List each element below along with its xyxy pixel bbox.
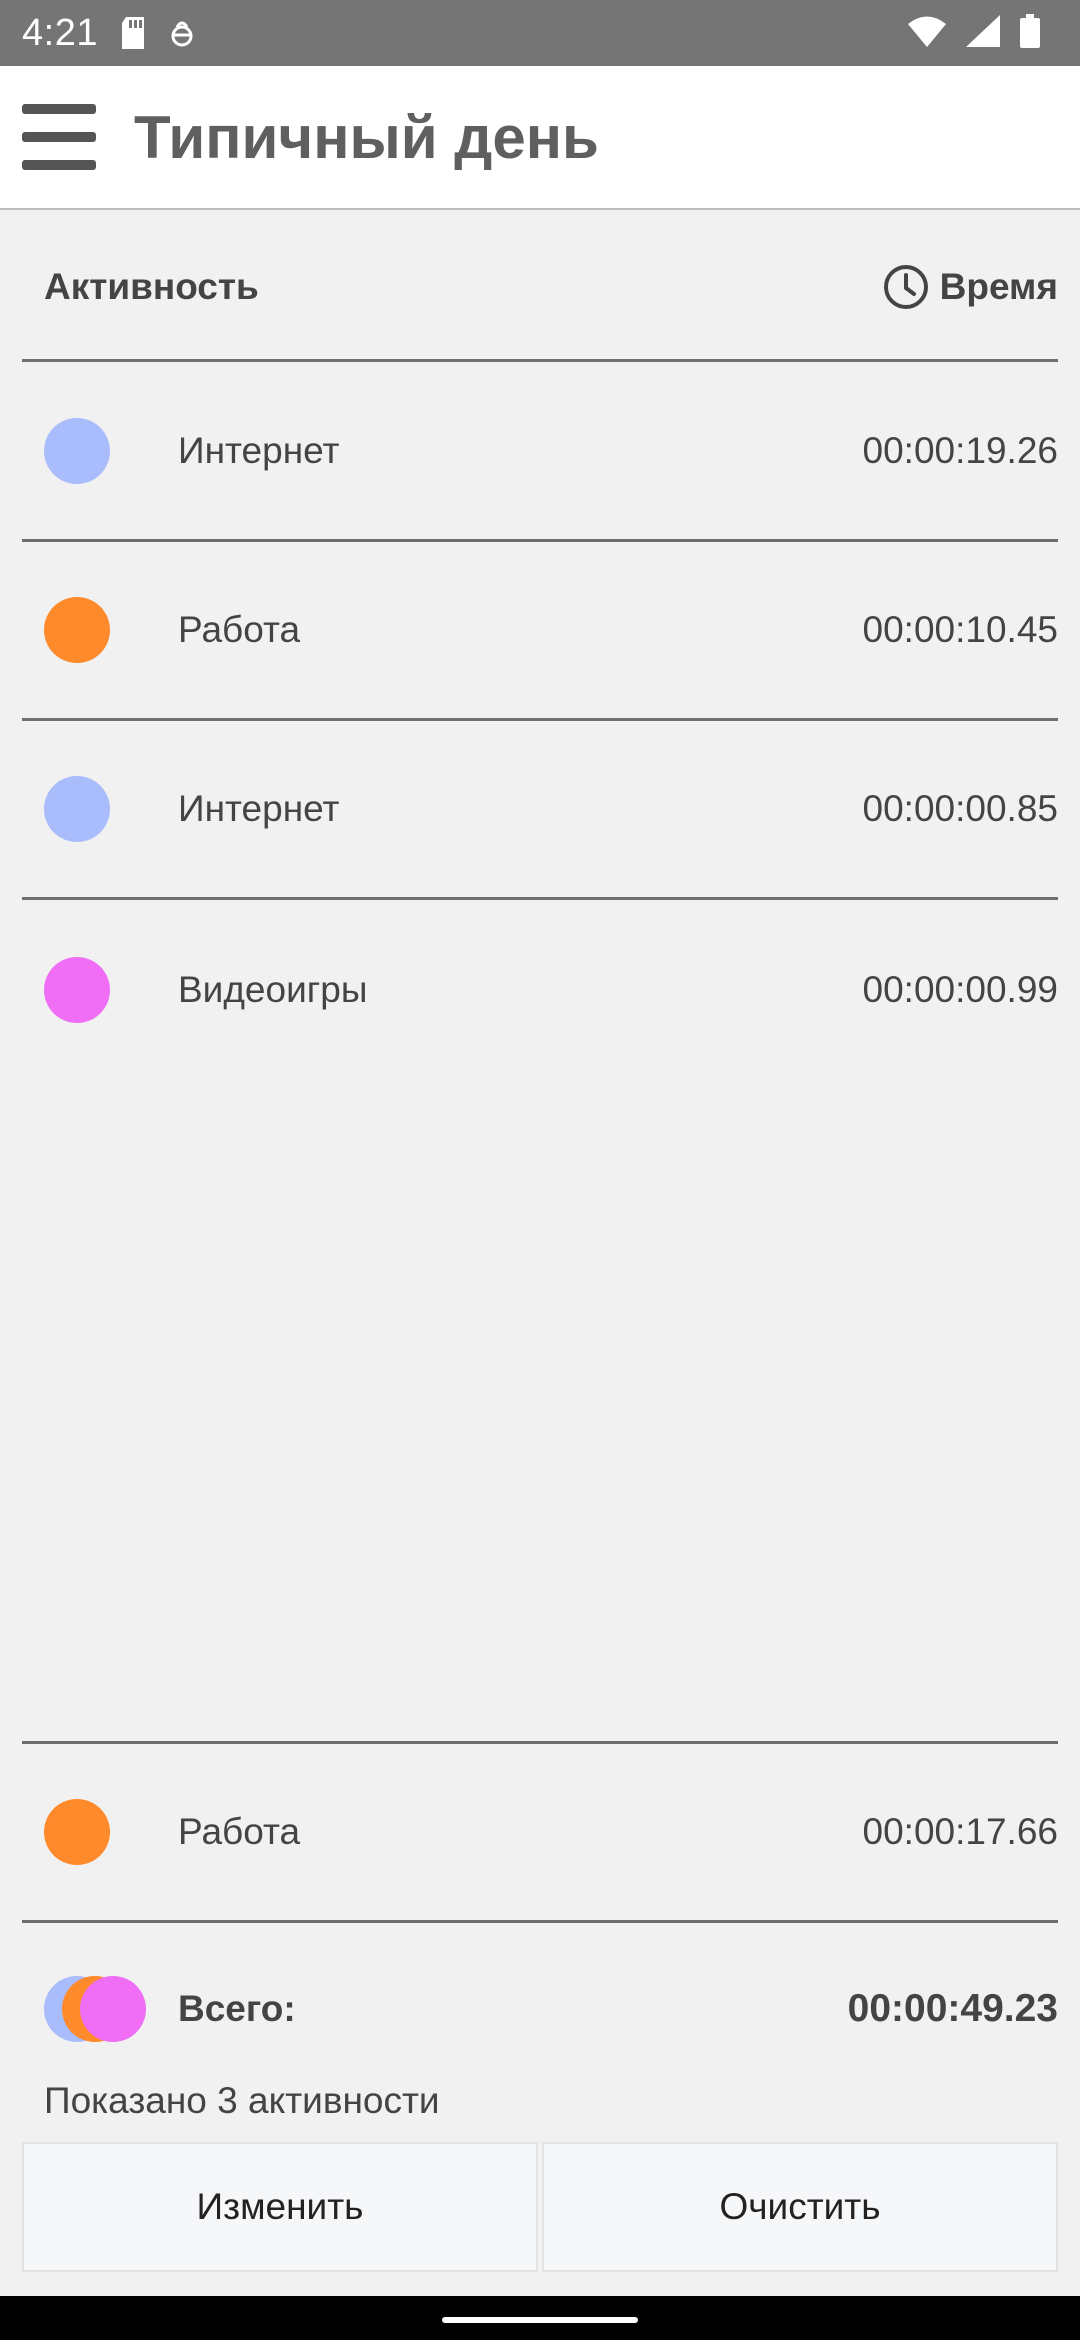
app-bar: Типичный день: [0, 66, 1080, 210]
hamburger-menu-icon[interactable]: [22, 104, 96, 170]
clear-button[interactable]: Очистить: [542, 2142, 1058, 2272]
activity-color-dot: [44, 956, 110, 1023]
list-item[interactable]: Работа 00:00:10.45: [22, 542, 1058, 721]
activity-name: Видеоигры: [178, 968, 368, 1010]
page-title: Типичный день: [134, 103, 599, 171]
status-time: 4:21: [22, 11, 98, 54]
navigation-bar: [0, 2296, 1080, 2340]
activity-duration: 00:00:10.45: [862, 609, 1058, 650]
wifi-icon: [908, 15, 946, 52]
time-column-label: Время: [939, 265, 1058, 307]
activity-name: Интернет: [178, 788, 340, 829]
activity-color-dot: [44, 418, 110, 484]
clock-icon: [883, 264, 928, 309]
total-value: 00:00:49.23: [847, 1987, 1058, 2030]
time-column-header[interactable]: Время: [882, 263, 1058, 311]
activity-duration: 00:00:00.99: [862, 968, 1058, 1010]
activity-color-dot: [44, 597, 110, 663]
total-color-stack: [44, 1976, 146, 2042]
activity-duration: 00:00:19.26: [862, 430, 1058, 471]
activity-name: Работа: [178, 1811, 301, 1852]
sd-card-icon: [120, 17, 146, 49]
activity-color-dot: [44, 776, 110, 842]
activity-duration: 00:00:00.85: [862, 788, 1058, 829]
total-row: Всего: 00:00:49.23: [22, 1924, 1058, 2094]
activity-color-dot: [44, 1799, 110, 1865]
list-item[interactable]: Интернет 00:00:00.85: [22, 721, 1058, 900]
home-handle[interactable]: [442, 2317, 638, 2323]
edit-button[interactable]: Изменить: [22, 2142, 538, 2272]
activity-name: Работа: [178, 609, 301, 650]
debug-icon: [168, 17, 196, 49]
activity-duration: 00:00:17.66: [862, 1811, 1058, 1852]
table-header: Активность Время: [22, 250, 1058, 362]
signal-icon: [966, 14, 1000, 52]
activity-name: Интернет: [178, 430, 340, 471]
battery-icon: [1020, 13, 1040, 53]
list-item[interactable]: Интернет 00:00:19.26: [22, 363, 1058, 542]
status-bar: 4:21: [0, 0, 1080, 66]
current-activity-row[interactable]: Работа 00:00:17.66: [22, 1744, 1058, 1923]
list-item[interactable]: Видеоигры 00:00:00.99: [22, 900, 1058, 1079]
activity-column-header: Активность: [44, 265, 259, 307]
shown-activities-text: Показано 3 активности: [44, 2080, 440, 2121]
total-label: Всего:: [178, 1988, 296, 2029]
